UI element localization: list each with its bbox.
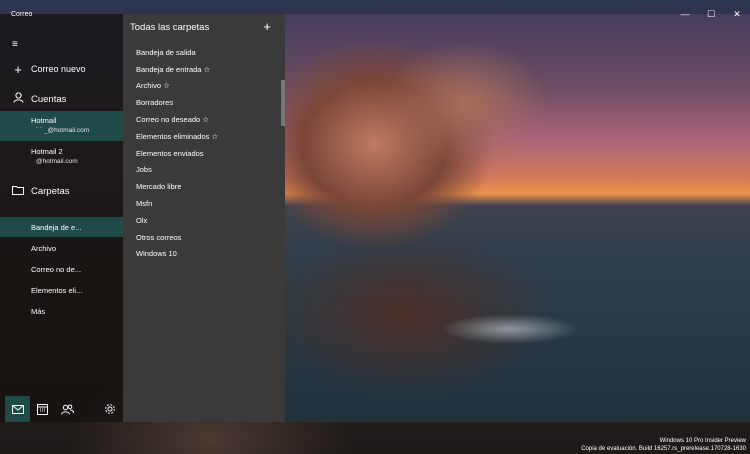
folder-list-item[interactable]: Bandeja de entrada ☆	[136, 61, 276, 78]
app-title: Correo	[11, 11, 33, 18]
new-mail-label: Correo nuevo	[31, 64, 86, 74]
folder-list-item[interactable]: Mercado libre	[136, 178, 276, 195]
folder-list-item[interactable]: Borradores	[136, 94, 276, 111]
app-switcher-bar	[0, 396, 123, 422]
watermark-line-2: Copia de evaluación. Build 16257.rs_prer…	[581, 446, 746, 452]
account-name: Hotmail 2	[31, 147, 63, 156]
all-folders-flyout: Todas las carpetas + Bandeja de salida B…	[123, 14, 285, 422]
folders-header-label: Carpetas	[31, 185, 70, 197]
calendar-icon[interactable]	[30, 396, 55, 422]
folder-list-item[interactable]: Olx	[136, 212, 276, 229]
background-photo-cliff	[285, 14, 585, 422]
folder-item-junk[interactable]: Correo no de...	[0, 259, 123, 279]
window-titlebar[interactable]: Correo — ☐ ✕	[0, 0, 750, 28]
folder-list-item[interactable]: Elementos enviados	[136, 145, 276, 162]
folder-list-item[interactable]: Bandeja de salida	[136, 44, 276, 61]
watermark-line-1: Windows 10 Pro Insider Preview	[659, 438, 746, 444]
folder-list-item[interactable]: Msfn	[136, 195, 276, 212]
folder-list-item[interactable]: Archivo ☆	[136, 78, 276, 95]
hamburger-menu-icon[interactable]: ≡	[12, 39, 18, 50]
folder-list-item[interactable]: Correo no deseado ☆	[136, 111, 276, 128]
account-item-hotmail[interactable]: Hotmail ` ` _@hotmail.com	[0, 111, 123, 141]
close-button[interactable]: ✕	[724, 0, 750, 28]
accounts-header-label: Cuentas	[31, 93, 67, 105]
background-photo-foam	[440, 314, 580, 344]
folder-list-item[interactable]: Jobs	[136, 162, 276, 179]
account-item-hotmail-2[interactable]: Hotmail 2 @hotmail.com	[0, 144, 123, 172]
flyout-scrollbar[interactable]	[281, 80, 285, 126]
folder-item-archive[interactable]: Archivo	[0, 238, 123, 258]
folder-item-more[interactable]: Más	[0, 301, 123, 321]
plus-icon: +	[14, 61, 22, 77]
maximize-button[interactable]: ☐	[698, 0, 724, 28]
windows-watermark: Windows 10 Pro Insider Preview Copia de …	[581, 437, 746, 453]
mail-app-window: ≡ + Correo nuevo Cuentas Hotmail ` ` _@h…	[0, 14, 750, 422]
new-mail-button[interactable]: + Correo nuevo	[0, 61, 123, 77]
folder-item-inbox[interactable]: Bandeja de e...	[0, 217, 123, 237]
account-email: @hotmail.com	[36, 158, 78, 165]
folders-header[interactable]: Carpetas	[0, 183, 123, 199]
account-name: Hotmail	[31, 116, 57, 125]
folder-icon	[12, 185, 24, 198]
minimize-button[interactable]: —	[672, 0, 698, 28]
folder-list-item[interactable]: Windows 10	[136, 246, 276, 263]
window-controls: — ☐ ✕	[672, 0, 750, 28]
account-email: ` ` _@hotmail.com	[36, 127, 90, 134]
folder-list-item[interactable]: Otros correos	[136, 229, 276, 246]
folder-list: Bandeja de salida Bandeja de entrada ☆ A…	[136, 44, 276, 262]
people-icon[interactable]	[55, 396, 80, 422]
folder-list-item[interactable]: Elementos eliminados ☆	[136, 128, 276, 145]
accounts-header[interactable]: Cuentas	[0, 91, 123, 107]
person-icon	[12, 92, 24, 106]
settings-icon[interactable]	[97, 396, 122, 422]
navigation-pane: ≡ + Correo nuevo Cuentas Hotmail ` ` _@h…	[0, 14, 123, 422]
folder-item-deleted[interactable]: Elementos eli...	[0, 280, 123, 300]
mail-icon[interactable]	[5, 396, 30, 422]
